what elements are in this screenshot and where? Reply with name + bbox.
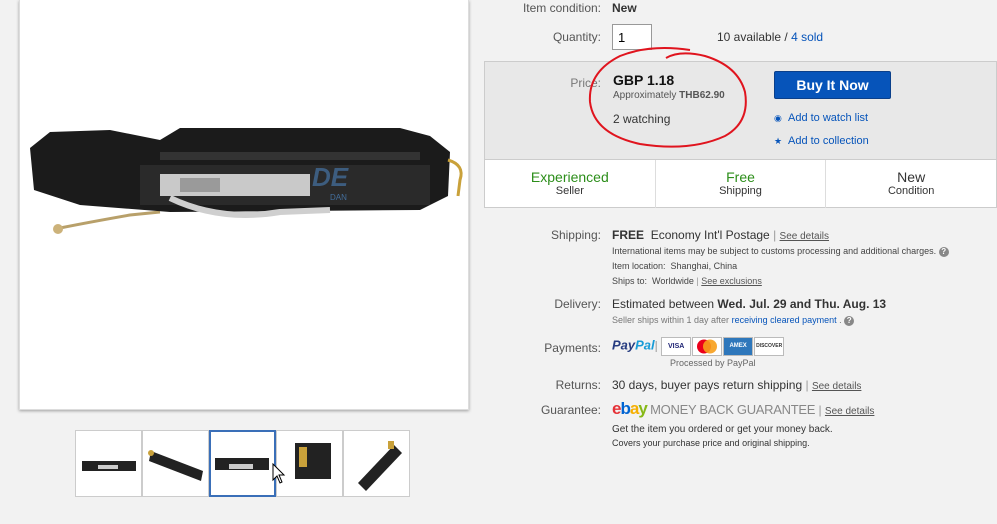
price-box: Price: GBP 1.18 Approximately THB62.90 2…: [484, 47, 997, 208]
guarantee-see-details-link[interactable]: See details: [825, 406, 874, 417]
thumbnail-3-active[interactable]: [209, 430, 276, 497]
quantity-availability: 10 available / 4 sold: [717, 30, 823, 44]
money-back-guarantee: MONEY BACK GUARANTEE: [650, 402, 816, 417]
paypal-pay: Pay: [612, 337, 636, 353]
customs-note-text: International items may be subject to cu…: [612, 246, 937, 256]
item-location-label: Item location:: [612, 261, 666, 271]
shipping-free: FREE: [612, 228, 645, 242]
thumbnail-4[interactable]: [276, 430, 343, 497]
thumbnail-1[interactable]: [75, 430, 142, 497]
badge-title: New: [897, 169, 926, 185]
see-exclusions-link[interactable]: See exclusions: [701, 276, 762, 286]
add-to-collection-link[interactable]: ★ Add to collection: [774, 135, 869, 147]
collection-label: Add to collection: [788, 135, 869, 147]
item-location-value: Shanghai, China: [670, 261, 738, 271]
badge-experienced-seller: Experienced Seller: [485, 160, 656, 208]
thumbnail-strip: [75, 430, 410, 497]
ships-to-label: Ships to:: [612, 276, 648, 286]
sold-count-link[interactable]: 4 sold: [791, 30, 823, 44]
cleared-payment-link[interactable]: receiving cleared payment: [732, 315, 837, 325]
delivery-sub-suffix: .: [839, 315, 842, 325]
paypal-logo: PayPal: [612, 338, 655, 353]
thumbnail-2[interactable]: [142, 430, 209, 497]
availability-separator: /: [781, 30, 792, 44]
badges-bar: Experienced Seller Free Shipping New Con…: [485, 160, 996, 208]
visa-card-icon: VISA: [661, 337, 692, 356]
badge-sub: Shipping: [719, 185, 762, 197]
help-icon[interactable]: ?: [938, 246, 949, 257]
ships-to-value: Worldwide: [652, 276, 694, 286]
customs-note: International items may be subject to cu…: [612, 246, 949, 257]
svg-text:DAN: DAN: [330, 193, 347, 202]
ebay-logo: ebay: [612, 399, 648, 418]
delivery-label: Delivery:: [554, 297, 601, 311]
delivery-sub-prefix: Seller ships within 1 day after: [612, 315, 730, 325]
badge-title: Free: [726, 169, 755, 185]
delivery-estimate: Estimated between Wed. Jul. 29 and Thu. …: [612, 297, 886, 311]
available-count: 10 available: [717, 30, 782, 44]
price-area: Price: GBP 1.18 Approximately THB62.90 2…: [485, 47, 996, 160]
returns-text: 30 days, buyer pays return shipping: [612, 378, 803, 392]
returns-value: 30 days, buyer pays return shipping | Se…: [612, 378, 862, 392]
red-annotation-circle: [588, 47, 747, 148]
badge-free-shipping: Free Shipping: [656, 160, 827, 208]
mastercard-icon: [692, 337, 723, 356]
delivery-sub: Seller ships within 1 day after receivin…: [612, 315, 855, 326]
badge-sub: Condition: [887, 185, 935, 197]
buy-it-now-button[interactable]: Buy It Now: [774, 71, 891, 99]
item-condition-value: New: [612, 1, 637, 15]
eye-icon: ◉: [774, 113, 782, 123]
shipping-see-details-link[interactable]: See details: [780, 231, 829, 242]
delivery-range: Wed. Jul. 29 and Thu. Aug. 13: [717, 297, 887, 311]
guarantee-label: Guarantee:: [540, 403, 601, 417]
star-icon: ★: [774, 136, 783, 146]
guarantee-line1: Get the item you ordered or get your mon…: [612, 424, 833, 435]
processed-by-paypal: Processed by PayPal: [670, 358, 756, 368]
badge-title: Experienced: [530, 169, 609, 185]
main-product-image[interactable]: DE DAN: [19, 0, 469, 410]
help-icon[interactable]: ?: [844, 315, 855, 326]
shipping-value: FREE Economy Int'l Postage | See details: [612, 228, 830, 242]
purchase-panel: Item condition: New Quantity: 10 availab…: [484, 0, 997, 524]
discover-card-icon: DISCOVER: [754, 337, 785, 356]
payment-methods: PayPal| VISA AMEX DISCOVER: [612, 337, 785, 356]
guarantee-value: ebay MONEY BACK GUARANTEE | See details: [612, 399, 875, 418]
item-condition-label: Item condition:: [522, 1, 601, 15]
paypal-pal: Pal: [635, 337, 655, 353]
mouse-cursor-icon: [272, 463, 286, 484]
quantity-label: Quantity:: [552, 30, 601, 44]
item-location: Item location: Shanghai, China: [612, 261, 737, 271]
badge-new-condition: New Condition: [826, 160, 996, 208]
returns-label: Returns:: [555, 378, 601, 392]
speaker-module-photo: DE DAN: [30, 128, 463, 234]
shipping-label: Shipping:: [550, 228, 601, 242]
guarantee-line2: Covers your purchase price and original …: [612, 438, 810, 448]
returns-see-details-link[interactable]: See details: [812, 381, 861, 392]
badge-sub: Seller: [555, 185, 584, 197]
payments-label: Payments:: [544, 341, 601, 355]
add-to-watch-list-link[interactable]: ◉ Add to watch list: [774, 112, 868, 124]
ships-to: Ships to: Worldwide | See exclusions: [612, 276, 762, 286]
delivery-prefix: Estimated between: [612, 297, 715, 311]
svg-text:DE: DE: [312, 162, 349, 192]
watch-list-label: Add to watch list: [788, 112, 869, 124]
shipping-method: Economy Int'l Postage: [650, 228, 770, 242]
amex-card-icon: AMEX: [723, 337, 754, 356]
thumbnail-5[interactable]: [343, 430, 410, 497]
